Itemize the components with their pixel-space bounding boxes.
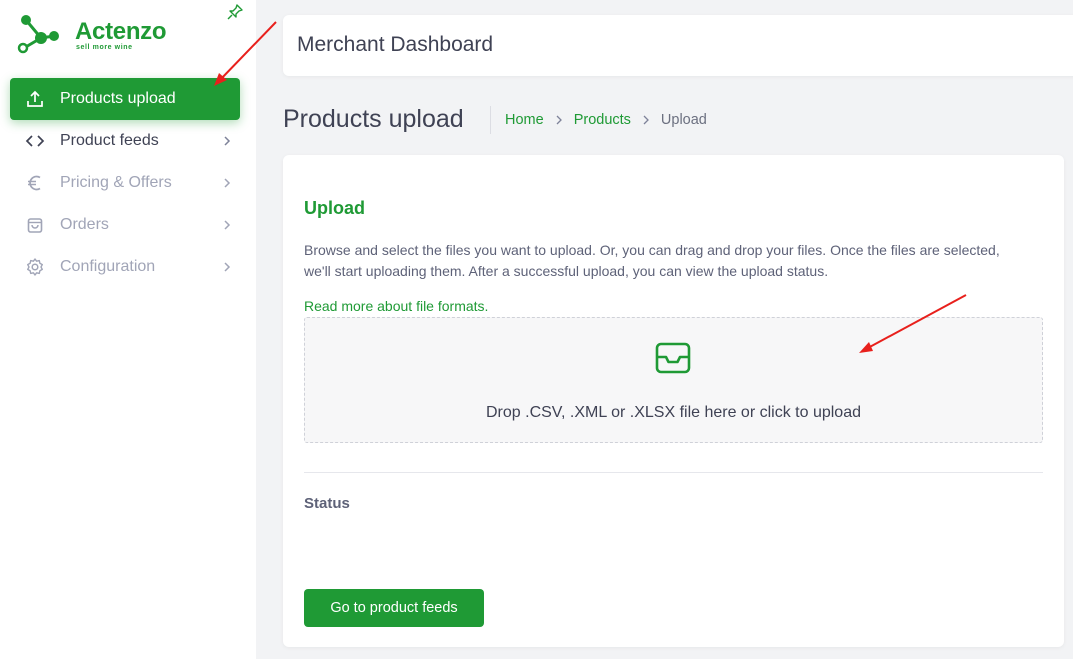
chevron-right-icon — [224, 220, 231, 230]
upload-section-title: Upload — [304, 198, 365, 218]
sidebar-item-products-upload[interactable]: Products upload — [10, 78, 240, 120]
upload-icon — [24, 88, 46, 110]
file-formats-link[interactable]: Read more about file formats. — [304, 298, 488, 314]
sidebar-item-label: Configuration — [60, 258, 156, 275]
pin-icon[interactable] — [226, 3, 244, 21]
breadcrumb-home[interactable]: Home — [505, 112, 544, 128]
sidebar-nav: Products upload Product feeds Pricing & … — [10, 78, 240, 288]
breadcrumb-current: Upload — [660, 112, 707, 128]
sidebar-item-product-feeds[interactable]: Product feeds — [10, 120, 240, 162]
brand-name: Actenzo — [75, 18, 167, 45]
section-divider — [304, 472, 1043, 473]
sidebar-item-label: Product feeds — [60, 132, 159, 149]
sidebar-item-label: Pricing & Offers — [60, 174, 172, 191]
chevron-right-icon — [556, 115, 562, 125]
upload-description: Browse and select the files you want to … — [304, 242, 1000, 279]
breadcrumb: Home Products Upload — [505, 112, 707, 128]
sidebar-item-configuration[interactable]: Configuration — [10, 246, 240, 288]
inbox-icon — [655, 342, 691, 374]
brand-tagline: sell more wine — [76, 44, 133, 51]
chevron-right-icon — [643, 115, 649, 125]
brand-logo[interactable]: Actenzo sell more wine — [16, 12, 186, 60]
page-title: Products upload — [283, 105, 464, 133]
go-to-product-feeds-button[interactable]: Go to product feeds — [304, 589, 484, 627]
file-dropzone[interactable]: Drop .CSV, .XML or .XLSX file here or cl… — [304, 317, 1043, 443]
chevron-right-icon — [224, 178, 231, 188]
title-divider — [490, 106, 491, 134]
sidebar: Actenzo sell more wine Products upload P… — [0, 0, 256, 659]
chevron-right-icon — [224, 136, 231, 146]
dashboard-title: Merchant Dashboard — [297, 33, 494, 56]
top-header: Merchant Dashboard — [283, 15, 1073, 76]
logo-molecule-icon — [17, 15, 59, 54]
code-icon — [24, 130, 46, 152]
sidebar-item-orders[interactable]: Orders — [10, 204, 240, 246]
upload-card: Upload Browse and select the files you w… — [283, 155, 1064, 647]
sidebar-item-pricing-offers[interactable]: Pricing & Offers — [10, 162, 240, 204]
euro-icon — [24, 172, 46, 194]
shopping-bag-icon — [24, 214, 46, 236]
sidebar-item-label: Products upload — [60, 90, 176, 107]
sidebar-item-label: Orders — [60, 216, 109, 233]
breadcrumb-products[interactable]: Products — [574, 112, 631, 128]
status-label: Status — [304, 495, 350, 512]
gear-icon — [24, 256, 46, 278]
dropzone-text: Drop .CSV, .XML or .XLSX file here or cl… — [486, 404, 861, 421]
chevron-right-icon — [224, 262, 231, 272]
